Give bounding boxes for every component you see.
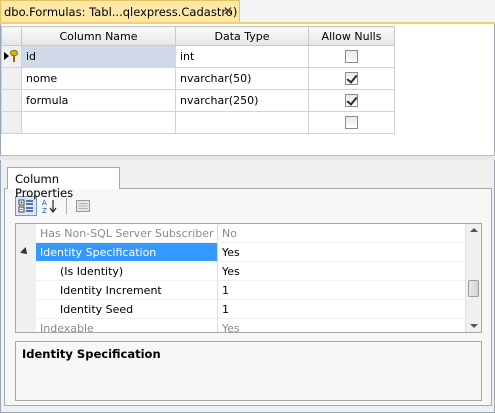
row-selector[interactable] — [1, 89, 22, 112]
column-name-cell[interactable]: formula — [21, 89, 176, 112]
property-pages-button[interactable] — [72, 196, 94, 216]
data-type-cell[interactable]: int — [175, 45, 309, 68]
property-grid-scrollbar[interactable] — [465, 224, 481, 332]
property-name: Identity Increment — [36, 281, 218, 300]
toolbar-separator — [66, 198, 67, 214]
row-selector[interactable] — [1, 45, 22, 68]
property-value[interactable]: 1 — [218, 281, 466, 300]
property-row[interactable]: Identity Specification Yes — [16, 243, 466, 262]
tab-column-properties[interactable]: Column Properties — [7, 167, 120, 200]
allow-nulls-checkbox[interactable] — [345, 72, 358, 86]
column-properties-panel: Column Properties A Z Has Non-SQL Server… — [0, 160, 495, 413]
table-designer-grid: Column Name Data Type Allow Nulls id int — [0, 24, 495, 155]
row-selector-header — [1, 26, 22, 46]
primary-key-icon — [10, 50, 18, 62]
property-gutter — [16, 262, 36, 281]
property-name: Identity Seed — [36, 300, 218, 319]
column-name-cell[interactable]: nome — [21, 67, 176, 90]
property-value[interactable]: Yes — [218, 243, 466, 262]
property-gutter — [16, 243, 36, 262]
allow-nulls-checkbox[interactable] — [345, 50, 358, 64]
allow-nulls-header[interactable]: Allow Nulls — [308, 26, 395, 46]
property-row[interactable]: Identity Seed 1 — [16, 300, 466, 319]
table-row[interactable]: formula nvarchar(250) — [1, 89, 395, 112]
document-tab[interactable]: dbo.Formulas: Tabl...qlexpress.Cadastro)… — [0, 0, 240, 22]
allow-nulls-cell[interactable] — [308, 45, 395, 68]
close-icon[interactable]: ✕ — [221, 4, 235, 18]
allow-nulls-cell[interactable] — [308, 67, 395, 90]
header-row: Column Name Data Type Allow Nulls — [1, 26, 395, 46]
property-value[interactable]: Yes — [218, 319, 466, 332]
property-row[interactable]: Indexable Yes — [16, 319, 466, 332]
data-type-cell[interactable] — [175, 111, 309, 134]
property-name: Has Non-SQL Server Subscriber — [36, 224, 218, 243]
data-type-cell[interactable]: nvarchar(50) — [175, 67, 309, 90]
current-row-indicator — [4, 50, 18, 62]
property-description-title: Identity Specification — [22, 347, 161, 361]
column-name-cell[interactable]: id — [21, 45, 176, 68]
column-name-cell[interactable] — [21, 111, 176, 134]
property-row[interactable]: (Is Identity) Yes — [16, 262, 466, 281]
property-row[interactable]: Has Non-SQL Server Subscriber No — [16, 224, 466, 243]
property-name: Identity Specification — [36, 243, 218, 262]
property-gutter — [16, 300, 36, 319]
properties-body: A Z Has Non-SQL Server Subscriber No Ide… — [4, 188, 492, 406]
allow-nulls-checkbox[interactable] — [345, 94, 358, 108]
categorized-icon — [18, 199, 33, 213]
columns-table: Column Name Data Type Allow Nulls id int — [1, 26, 395, 134]
document-tab-title: dbo.Formulas: Tabl...qlexpress.Cadastro) — [4, 4, 238, 19]
property-value[interactable]: 1 — [218, 300, 466, 319]
column-name-header[interactable]: Column Name — [21, 26, 176, 46]
table-row[interactable]: id int — [1, 45, 395, 68]
scroll-up-icon[interactable] — [470, 228, 478, 232]
property-pages-icon — [76, 200, 90, 212]
property-row[interactable]: Identity Increment 1 — [16, 281, 466, 300]
scroll-down-icon[interactable] — [470, 324, 478, 328]
table-row[interactable] — [1, 111, 395, 134]
property-value[interactable]: No — [218, 224, 466, 243]
allow-nulls-checkbox[interactable] — [345, 116, 358, 130]
row-selector[interactable] — [1, 111, 22, 134]
property-name: Indexable — [36, 319, 218, 332]
document-tab-strip: dbo.Formulas: Tabl...qlexpress.Cadastro)… — [0, 0, 495, 24]
property-gutter — [16, 281, 36, 300]
current-row-arrow-icon — [4, 52, 9, 60]
alphabetical-sort-icon: A Z — [42, 199, 57, 214]
allow-nulls-cell[interactable] — [308, 111, 395, 134]
row-selector[interactable] — [1, 67, 22, 90]
table-row[interactable]: nome nvarchar(50) — [1, 67, 395, 90]
property-value[interactable]: Yes — [218, 262, 466, 281]
scrollbar-thumb[interactable] — [468, 280, 479, 297]
svg-text:A: A — [42, 199, 47, 207]
data-type-cell[interactable]: nvarchar(250) — [175, 89, 309, 112]
property-gutter — [16, 224, 36, 243]
data-type-header[interactable]: Data Type — [175, 26, 309, 46]
collapse-icon[interactable] — [20, 247, 30, 257]
property-gutter — [16, 319, 36, 332]
allow-nulls-cell[interactable] — [308, 89, 395, 112]
property-grid: Has Non-SQL Server Subscriber No Identit… — [15, 223, 482, 333]
property-description-box: Identity Specification — [15, 341, 482, 401]
svg-text:Z: Z — [42, 207, 47, 214]
property-name: (Is Identity) — [36, 262, 218, 281]
